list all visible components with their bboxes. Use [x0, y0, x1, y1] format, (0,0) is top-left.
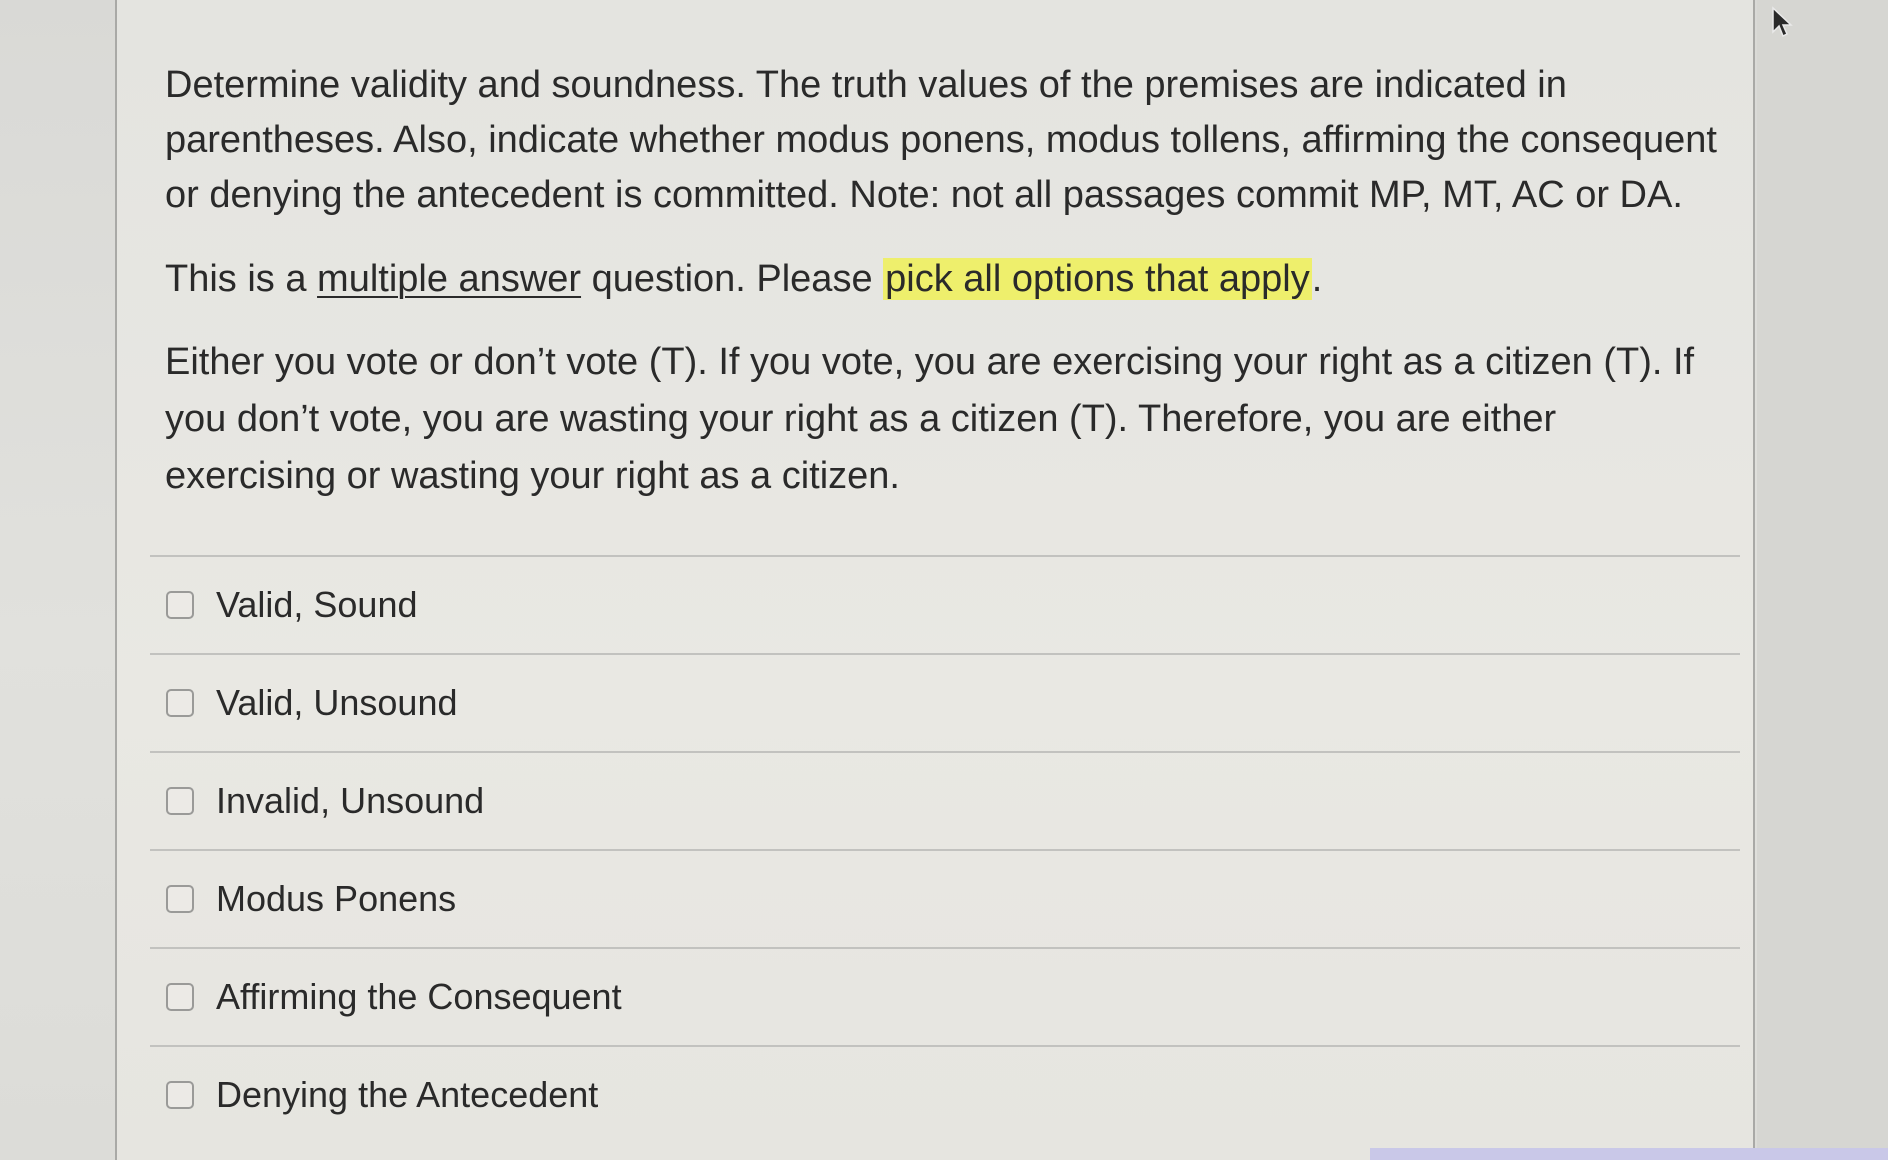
- multi-suffix: .: [1311, 258, 1323, 300]
- option-valid-unsound[interactable]: Valid, Unsound: [150, 653, 1740, 751]
- screen: Determine validity and soundness. The tr…: [0, 0, 1888, 1160]
- option-affirming-the-consequent[interactable]: Affirming the Consequent: [150, 947, 1740, 1045]
- right-margin: [1757, 0, 1888, 1160]
- multi-middle: question. Please: [581, 258, 884, 300]
- option-label: Invalid, Unsound: [216, 780, 485, 821]
- option-label: Denying the Antecedent: [216, 1074, 599, 1115]
- multiple-answer-term: multiple answer: [317, 258, 582, 300]
- checkbox-icon[interactable]: [166, 591, 194, 619]
- checkbox-icon[interactable]: [166, 689, 194, 717]
- option-label: Affirming the Consequent: [216, 976, 622, 1017]
- checkbox-icon[interactable]: [166, 983, 194, 1011]
- option-invalid-unsound[interactable]: Invalid, Unsound: [150, 751, 1740, 849]
- answer-options: Valid, Sound Valid, Unsound Invalid, Uns…: [150, 555, 1740, 1143]
- mouse-pointer-icon: [1772, 6, 1793, 38]
- argument-passage: Either you vote or don’t vote (T). If yo…: [165, 341, 1695, 497]
- option-label: Valid, Unsound: [216, 682, 458, 723]
- option-denying-the-antecedent[interactable]: Denying the Antecedent: [150, 1045, 1740, 1143]
- checkbox-icon[interactable]: [166, 787, 194, 815]
- option-label: Valid, Sound: [216, 584, 418, 625]
- multi-prefix: This is a: [165, 258, 318, 300]
- multiple-answer-note: This is a multiple answer question. Plea…: [165, 252, 1725, 307]
- question-instructions: Determine validity and soundness. The tr…: [165, 64, 1717, 216]
- option-label: Modus Ponens: [216, 878, 457, 919]
- option-modus-ponens[interactable]: Modus Ponens: [150, 849, 1740, 947]
- bottom-accent-bar: [1370, 1148, 1888, 1160]
- option-valid-sound[interactable]: Valid, Sound: [150, 555, 1740, 653]
- checkbox-icon[interactable]: [166, 1081, 194, 1109]
- pick-all-highlight: pick all options that apply: [883, 258, 1312, 300]
- checkbox-icon[interactable]: [166, 885, 194, 913]
